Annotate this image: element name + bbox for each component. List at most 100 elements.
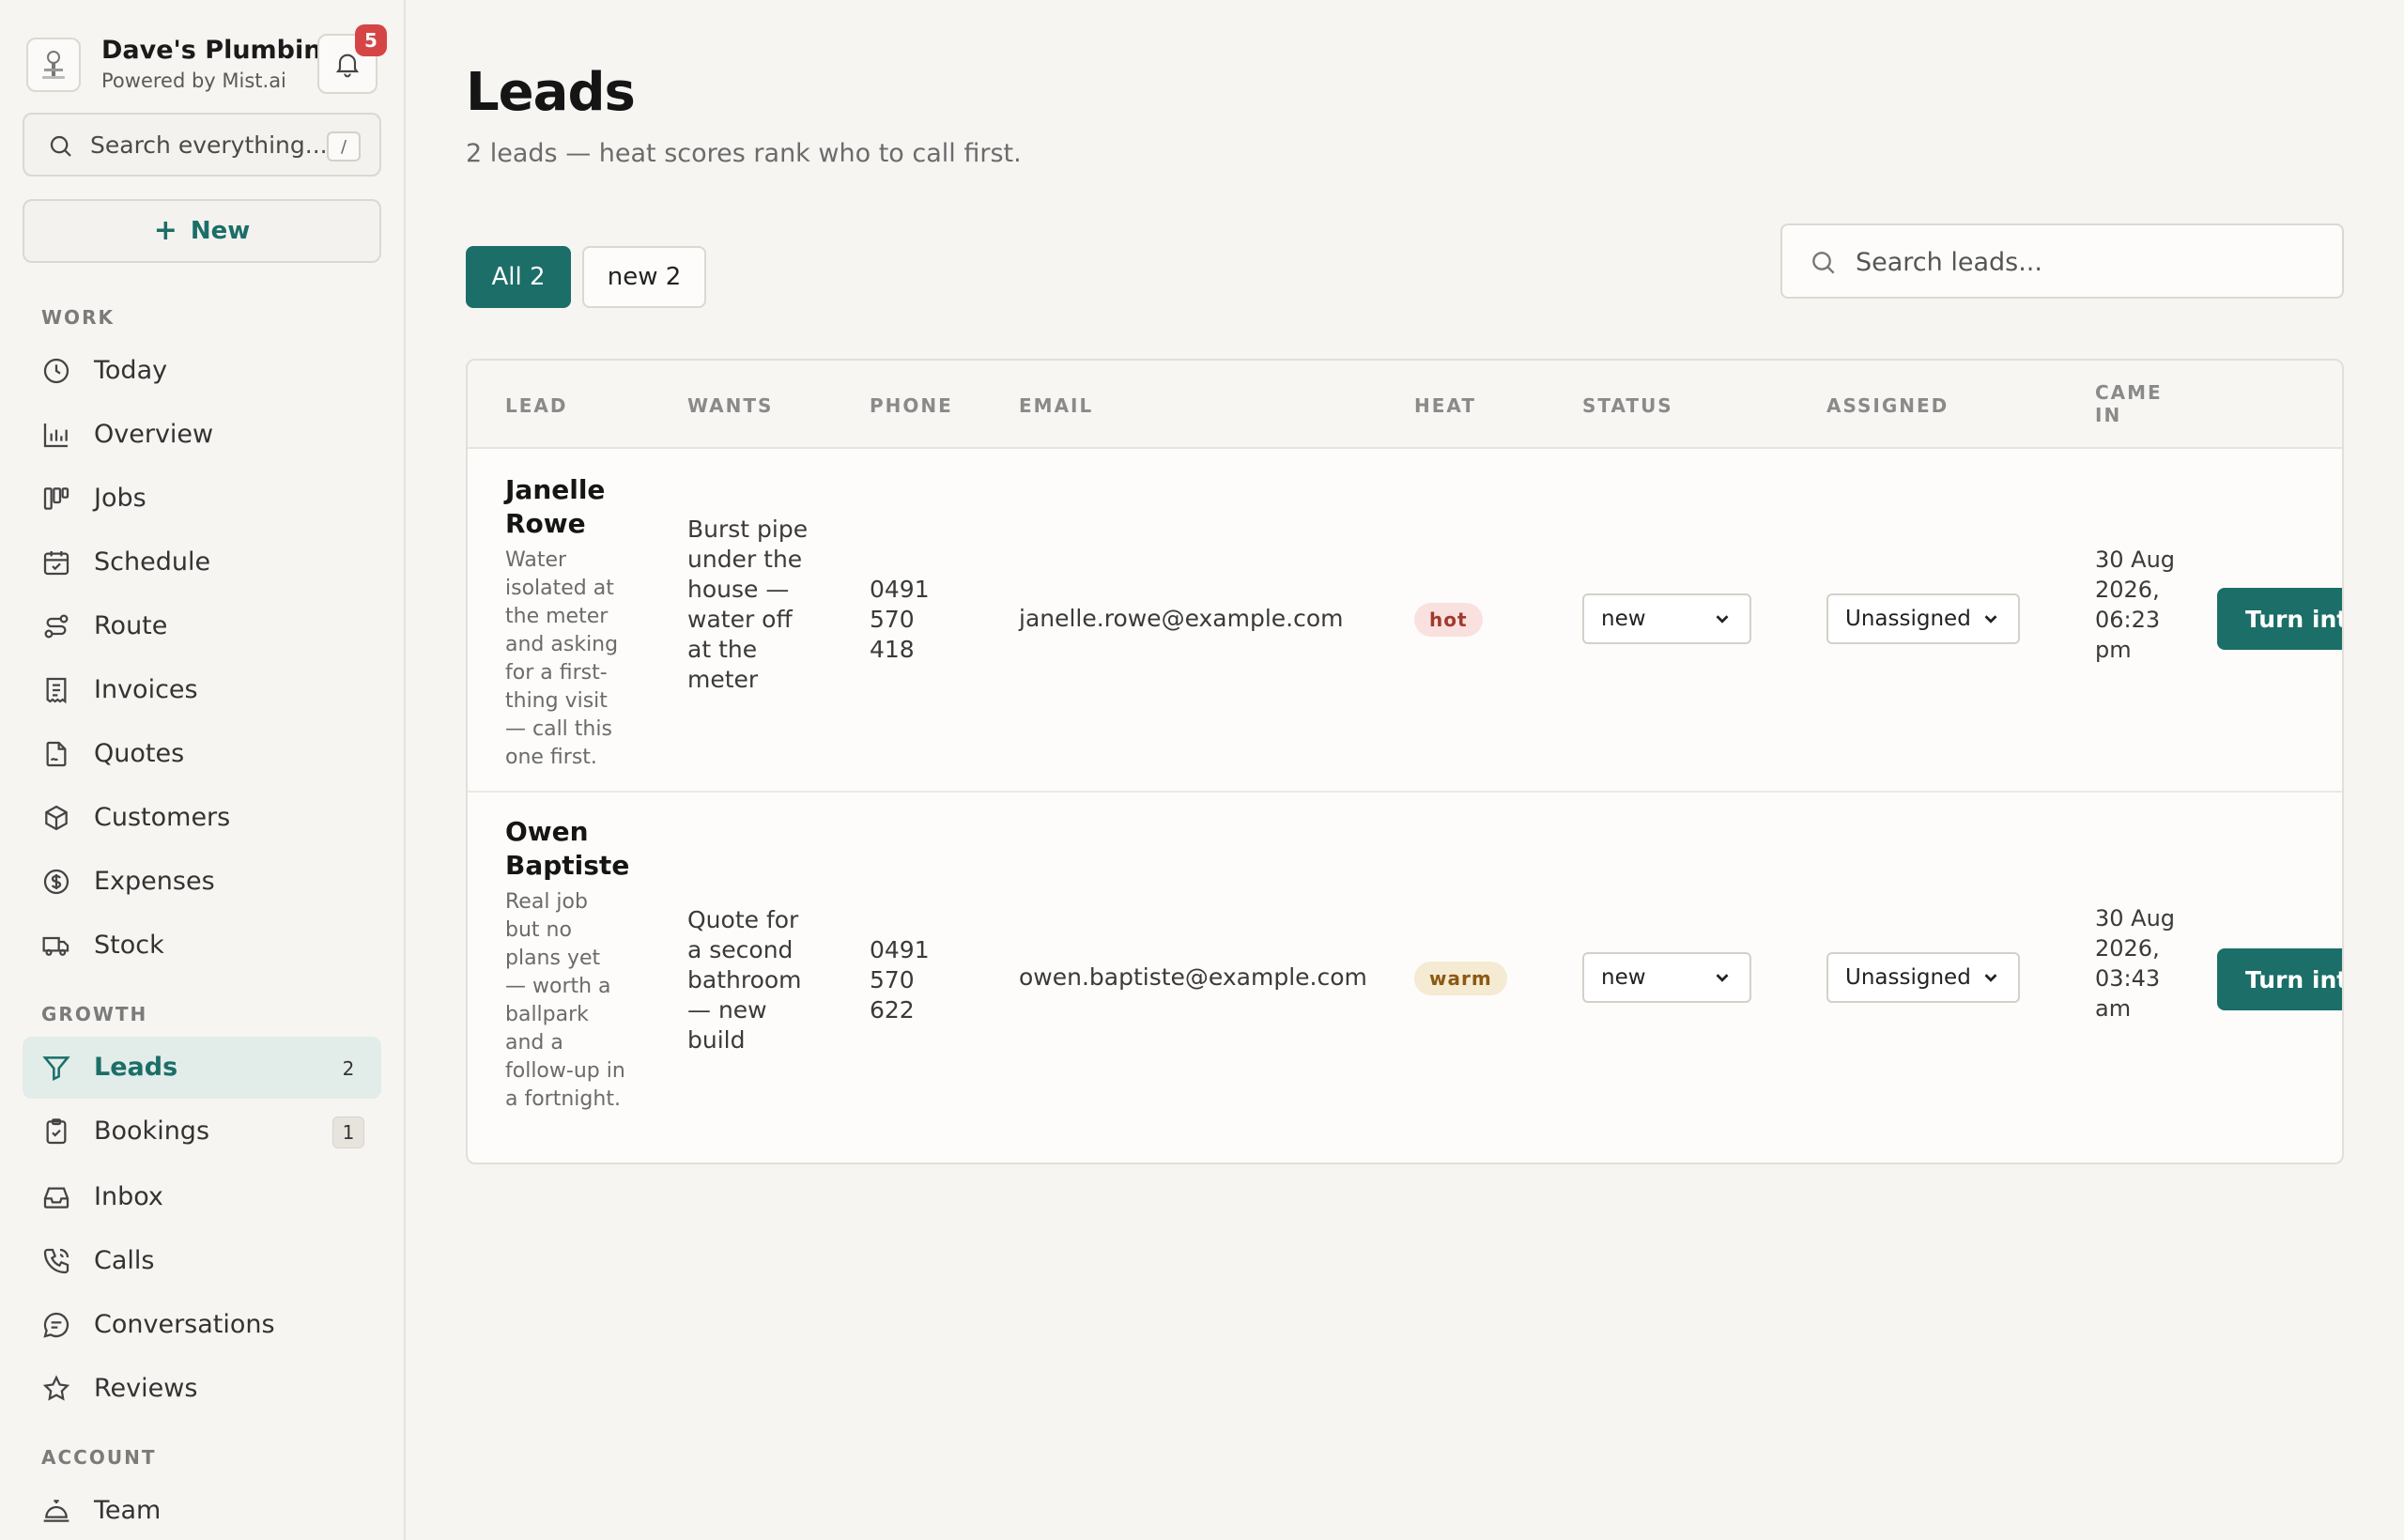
sidebar-item-expenses[interactable]: Expenses	[23, 851, 381, 913]
sidebar-item-label: Overview	[94, 420, 214, 449]
status-select[interactable]: new	[1582, 952, 1751, 1003]
sidebar-item-label: Expenses	[94, 867, 215, 896]
main-content: Leads 2 leads — heat scores rank who to …	[408, 0, 2404, 1540]
brand-logo-icon	[26, 38, 81, 92]
lead-note: Water isolated at the meter and asking f…	[505, 548, 619, 769]
box-icon	[45, 805, 68, 831]
sidebar-item-conversations[interactable]: Conversations	[23, 1294, 381, 1356]
sidebar-item-bookings[interactable]: Bookings 1	[23, 1101, 381, 1163]
search-icon	[1812, 252, 1835, 274]
column-header-heat[interactable]: HEAT	[1414, 394, 1476, 417]
column-header-came-in[interactable]: CAME IN	[2095, 381, 2161, 426]
lead-wants: Burst pipe under the house — water off a…	[687, 516, 809, 693]
brand-name: Dave's Plumbin...	[101, 36, 351, 65]
table-row[interactable]: Owen Baptiste Real job but no plans yet …	[468, 793, 2342, 1163]
bookings-count: 1	[332, 1116, 364, 1148]
section-label-work: WORK	[41, 306, 115, 329]
sidebar-item-stock[interactable]: Stock	[23, 915, 381, 977]
lead-email[interactable]: janelle.rowe@example.com	[1019, 605, 1344, 632]
phone-icon	[43, 1248, 69, 1274]
section-label-growth: GROWTH	[41, 1003, 148, 1025]
sidebar-item-schedule[interactable]: Schedule	[23, 531, 381, 593]
lead-email[interactable]: owen.baptiste@example.com	[1019, 963, 1367, 991]
plus-icon: +	[153, 214, 177, 247]
heat-badge: warm	[1414, 962, 1507, 995]
leads-table: LEAD WANTS PHONE EMAIL HEAT STATUS ASSIG…	[466, 359, 2344, 1164]
sidebar-item-leads[interactable]: Leads 2	[23, 1037, 381, 1099]
sidebar-item-label: Conversations	[94, 1310, 275, 1339]
lead-name[interactable]: Janelle Rowe	[505, 473, 627, 541]
sidebar-item-label: Bookings	[94, 1116, 210, 1146]
sidebar-item-calls[interactable]: Calls	[23, 1230, 381, 1292]
kanban-icon	[43, 487, 69, 510]
status-value: new	[1601, 965, 1646, 990]
sidebar-item-label: Jobs	[94, 484, 146, 513]
sidebar-item-inbox[interactable]: Inbox	[23, 1166, 381, 1228]
lead-search-input[interactable]	[1856, 239, 2325, 285]
assigned-value: Unassigned	[1845, 607, 1971, 631]
sidebar-item-today[interactable]: Today	[23, 340, 381, 402]
sidebar-item-label: Stock	[94, 931, 164, 960]
notification-count-badge: 5	[355, 24, 387, 56]
truck-icon	[42, 936, 69, 956]
sidebar-item-label: Today	[94, 356, 168, 385]
assigned-value: Unassigned	[1845, 965, 1971, 990]
lead-wants: Quote for a second bathroom — new build	[687, 906, 802, 1054]
sidebar-item-label: Customers	[94, 803, 231, 832]
sidebar-item-team[interactable]: Team	[23, 1480, 381, 1540]
sidebar-item-reviews[interactable]: Reviews	[23, 1358, 381, 1420]
column-header-status[interactable]: STATUS	[1582, 394, 1673, 417]
sidebar-item-invoices[interactable]: Invoices	[23, 659, 381, 721]
bell-service-icon	[43, 1500, 69, 1522]
search-icon	[50, 135, 71, 157]
status-select[interactable]: new	[1582, 593, 1751, 644]
global-search[interactable]: Search everything... /	[23, 113, 381, 177]
new-button-label: New	[190, 217, 251, 245]
column-header-assigned[interactable]: ASSIGNED	[1826, 394, 1949, 417]
sidebar-item-label: Team	[94, 1496, 162, 1525]
sidebar-item-label: Inbox	[94, 1182, 163, 1211]
lead-came-in: 30 Aug 2026, 03:43 am	[2095, 905, 2176, 1022]
sidebar-item-customers[interactable]: Customers	[23, 787, 381, 849]
assigned-select[interactable]: Unassigned	[1826, 593, 2020, 644]
table-header: LEAD WANTS PHONE EMAIL HEAT STATUS ASSIG…	[468, 361, 2342, 449]
brand-subtitle: Powered by Mist.ai	[101, 69, 286, 92]
sidebar-item-label: Reviews	[94, 1374, 198, 1403]
lead-note: Real job but no plans yet — worth a ball…	[505, 890, 625, 1111]
filter-icon	[42, 1056, 70, 1082]
inbox-icon	[43, 1187, 69, 1209]
column-header-lead[interactable]: LEAD	[505, 394, 568, 417]
turn-into-job-button[interactable]: Turn into job	[2217, 588, 2342, 650]
calendar-check-icon	[43, 551, 69, 576]
lead-phone[interactable]: 0491 570 622	[870, 935, 945, 1025]
section-label-account: ACCOUNT	[41, 1446, 157, 1469]
leads-count: 2	[342, 1057, 355, 1080]
sidebar-item-label: Leads	[94, 1053, 178, 1082]
column-header-email[interactable]: EMAIL	[1019, 394, 1093, 417]
lead-name[interactable]: Owen Baptiste	[505, 815, 629, 883]
turn-into-job-button[interactable]: Turn into job	[2217, 948, 2342, 1010]
file-signature-icon	[46, 741, 67, 767]
assigned-select[interactable]: Unassigned	[1826, 952, 2020, 1003]
column-header-wants[interactable]: WANTS	[687, 394, 773, 417]
sidebar-item-label: Schedule	[94, 547, 211, 577]
route-icon	[44, 614, 69, 639]
chevron-down-icon	[1716, 615, 1729, 624]
sidebar-item-overview[interactable]: Overview	[23, 404, 381, 466]
lead-phone[interactable]: 0491 570 418	[870, 575, 945, 665]
dollar-circle-icon	[43, 869, 69, 895]
bar-chart-icon	[43, 424, 68, 448]
sidebar-item-route[interactable]: Route	[23, 595, 381, 657]
tab-new[interactable]: new 2	[582, 246, 706, 308]
table-row[interactable]: Janelle Rowe Water isolated at the meter…	[468, 449, 2342, 793]
sidebar-item-quotes[interactable]: Quotes	[23, 723, 381, 785]
sidebar-item-label: Calls	[94, 1246, 155, 1275]
lead-search[interactable]	[1780, 223, 2344, 299]
sidebar-item-jobs[interactable]: Jobs	[23, 468, 381, 530]
column-header-phone[interactable]: PHONE	[870, 394, 953, 417]
tab-all[interactable]: All 2	[466, 246, 571, 308]
star-icon	[42, 1375, 70, 1401]
new-button[interactable]: + New	[23, 199, 381, 263]
page-subtitle: 2 leads — heat scores rank who to call f…	[466, 139, 1022, 168]
receipt-icon	[46, 677, 67, 704]
